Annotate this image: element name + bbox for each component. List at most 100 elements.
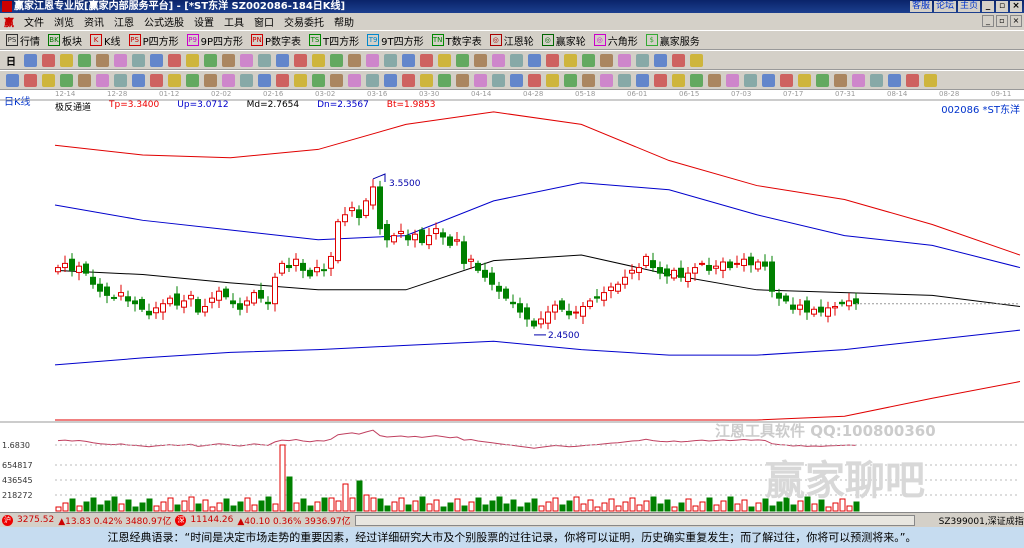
volume-bar: [594, 506, 601, 512]
volume-bar: [370, 497, 377, 512]
candle-body: [356, 209, 362, 219]
candle-body: [559, 300, 565, 310]
candle-body: [811, 308, 817, 315]
sz-index-value: 11144.26: [190, 515, 234, 525]
volume-bar: [573, 496, 580, 512]
volume-bar: [349, 497, 356, 512]
volume-bar: [685, 498, 692, 512]
sh-index-change: ▲13.83 0.42% 3480.97亿: [58, 516, 172, 527]
candle-body: [258, 290, 264, 299]
current-index[interactable]: SZ399001,深证成指: [939, 514, 1024, 527]
volume-bar: [608, 498, 615, 512]
candle-body: [573, 311, 579, 314]
candle-body: [461, 241, 467, 264]
candle-body: [629, 269, 635, 274]
candle-body: [594, 296, 600, 299]
horizontal-scrollbar[interactable]: [354, 514, 915, 526]
volume-bar: [139, 502, 146, 512]
volume-bar: [545, 501, 552, 512]
candle-body: [342, 214, 348, 223]
volume-bar: [846, 505, 853, 512]
volume-bar: [706, 497, 713, 512]
candle-body: [384, 223, 390, 241]
volume-bar: [748, 506, 755, 512]
volume-bar: [356, 480, 363, 512]
candle-body: [552, 304, 558, 313]
candle-body: [90, 276, 96, 285]
candle-body: [720, 261, 726, 271]
candle-body: [251, 292, 257, 304]
volume-bar: [468, 501, 475, 512]
volume-bar: [62, 502, 69, 512]
volume-bar: [272, 503, 279, 512]
volume-bar: [538, 505, 545, 512]
band-lower_outer: [55, 381, 1021, 421]
candle-body: [797, 304, 803, 310]
volume-bar: [741, 499, 748, 512]
volume-bar: [664, 499, 671, 512]
volume-bar: [482, 504, 489, 512]
candle-body: [223, 288, 229, 298]
volume-bar: [153, 505, 160, 512]
watermark-text: 江恩工具软件 QQ:100800360: [715, 422, 936, 440]
candle-body: [167, 297, 173, 305]
sz-index-change: ▲40.10 0.36% 3936.97亿: [237, 516, 351, 527]
candle-body: [503, 288, 509, 299]
volume-bar: [643, 500, 650, 512]
volume-bar: [321, 497, 328, 512]
candle-body: [783, 295, 789, 302]
volume-bar: [559, 504, 566, 512]
candle-body: [482, 269, 488, 278]
volume-bar: [160, 501, 167, 512]
candle-body: [769, 261, 775, 292]
volume-axis-label: 218272: [2, 491, 33, 500]
candle-body: [818, 306, 824, 313]
candle-body: [118, 292, 124, 297]
candle-body: [377, 186, 383, 230]
candle-body: [286, 264, 292, 269]
volume-bar: [629, 497, 636, 512]
volume-bar: [104, 500, 111, 512]
candle-body: [664, 268, 670, 277]
candle-body: [230, 300, 236, 305]
band-upper_outer: [54, 111, 1021, 256]
candle-body: [538, 318, 544, 325]
volume-bar: [391, 501, 398, 512]
candle-body: [125, 296, 131, 302]
volume-bar: [769, 505, 776, 512]
volume-bar: [244, 497, 251, 512]
candle-body: [97, 283, 103, 292]
volume-bar: [489, 500, 496, 512]
volume-bar: [727, 496, 734, 512]
candle-body: [111, 296, 117, 299]
volume-bar: [125, 499, 132, 512]
volume-bar: [293, 502, 300, 512]
volume-bar: [90, 497, 97, 512]
watermark-logo: 赢家聊吧: [765, 458, 925, 504]
candle-body: [853, 298, 859, 305]
candle-body: [692, 267, 698, 274]
band-upper_inner: [54, 182, 1021, 269]
volume-bar: [223, 498, 230, 512]
candle-body: [181, 300, 187, 308]
candle-body: [398, 230, 404, 235]
volume-bar: [447, 502, 454, 512]
candle-body: [83, 263, 89, 274]
volume-bar: [510, 499, 517, 512]
volume-bar: [531, 498, 538, 512]
candle-body: [517, 303, 523, 313]
candle-body: [685, 272, 691, 282]
volume-bar: [265, 496, 272, 512]
volume-bar: [377, 498, 384, 512]
sh-index-value: 3275.52: [17, 515, 55, 525]
candle-body: [321, 269, 327, 272]
candle-body: [678, 267, 684, 278]
candle-body: [419, 229, 425, 244]
volume-bar: [195, 503, 202, 512]
candle-body: [216, 290, 222, 301]
candle-body: [601, 292, 607, 301]
volume-bar: [671, 506, 678, 512]
volume-bar: [286, 476, 293, 512]
volume-bar: [314, 501, 321, 512]
band-mid: [54, 254, 1021, 307]
